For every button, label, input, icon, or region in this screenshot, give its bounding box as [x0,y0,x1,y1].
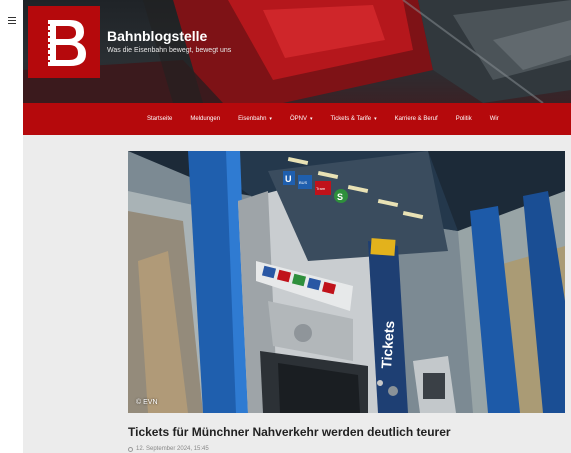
ticket-machine-image: U BUS Tram S Tickets [128,151,565,413]
nav-item-label: Meldungen [190,116,221,122]
article-featured-image[interactable]: U BUS Tram S Tickets © EVN [128,151,565,413]
nav-item-label: Politik [455,116,472,122]
site-tagline: Was die Eisenbahn bewegt, bewegt uns [107,47,232,54]
clock-icon [128,446,133,452]
chevron-down-icon: ▾ [374,116,377,122]
header-background-image [23,0,571,103]
menu-toggle-button[interactable] [0,0,23,40]
site-title[interactable]: Bahnblogstelle [107,28,207,44]
image-credit: © EVN [136,399,158,406]
main-navigation: Startseite Meldungen Eisenbahn ▾ ÖPNV ▾ Ti… [23,103,571,135]
nav-item-tickets-tarife[interactable]: Tickets & Tarife ▾ [330,116,376,122]
nav-item-label: Karriere & Beruf [394,116,438,122]
nav-item-wir[interactable]: Wir [490,116,499,122]
hamburger-menu-icon [7,16,16,24]
nav-item-startseite[interactable]: Startseite [147,116,172,122]
site-logo[interactable] [28,6,100,78]
svg-text:Tickets: Tickets [378,320,397,369]
nav-item-label: Wir [489,116,499,122]
nav-item-politik[interactable]: Politik [456,116,472,122]
nav-item-label: Tickets & Tarife [330,116,372,122]
site-header: Bahnblogstelle Was die Eisenbahn bewegt,… [23,0,571,103]
nav-item-label: Startseite [147,116,173,122]
article-meta: 12. September 2024, 15:45 [128,446,209,452]
chevron-down-icon: ▾ [269,116,272,122]
nav-item-label: ÖPNV [289,116,307,122]
nav-item-karriere-beruf[interactable]: Karriere & Beruf [395,116,438,122]
nav-item-oepnv[interactable]: ÖPNV ▾ [290,116,313,122]
chevron-down-icon: ▾ [309,116,313,122]
svg-text:Tram: Tram [316,186,326,191]
nav-item-label: Eisenbahn [238,116,267,122]
nav-item-meldungen[interactable]: Meldungen [190,116,220,122]
article-headline[interactable]: Tickets für Münchner Nahverkehr werden d… [128,425,451,439]
site-container: Bahnblogstelle Was die Eisenbahn bewegt,… [23,0,571,453]
logo-icon [28,6,100,78]
svg-text:BUS: BUS [299,180,308,185]
nav-item-eisenbahn[interactable]: Eisenbahn ▾ [238,116,272,122]
article-date: 12. September 2024, 15:45 [136,446,209,452]
svg-text:U: U [285,174,292,184]
svg-text:S: S [337,192,343,202]
